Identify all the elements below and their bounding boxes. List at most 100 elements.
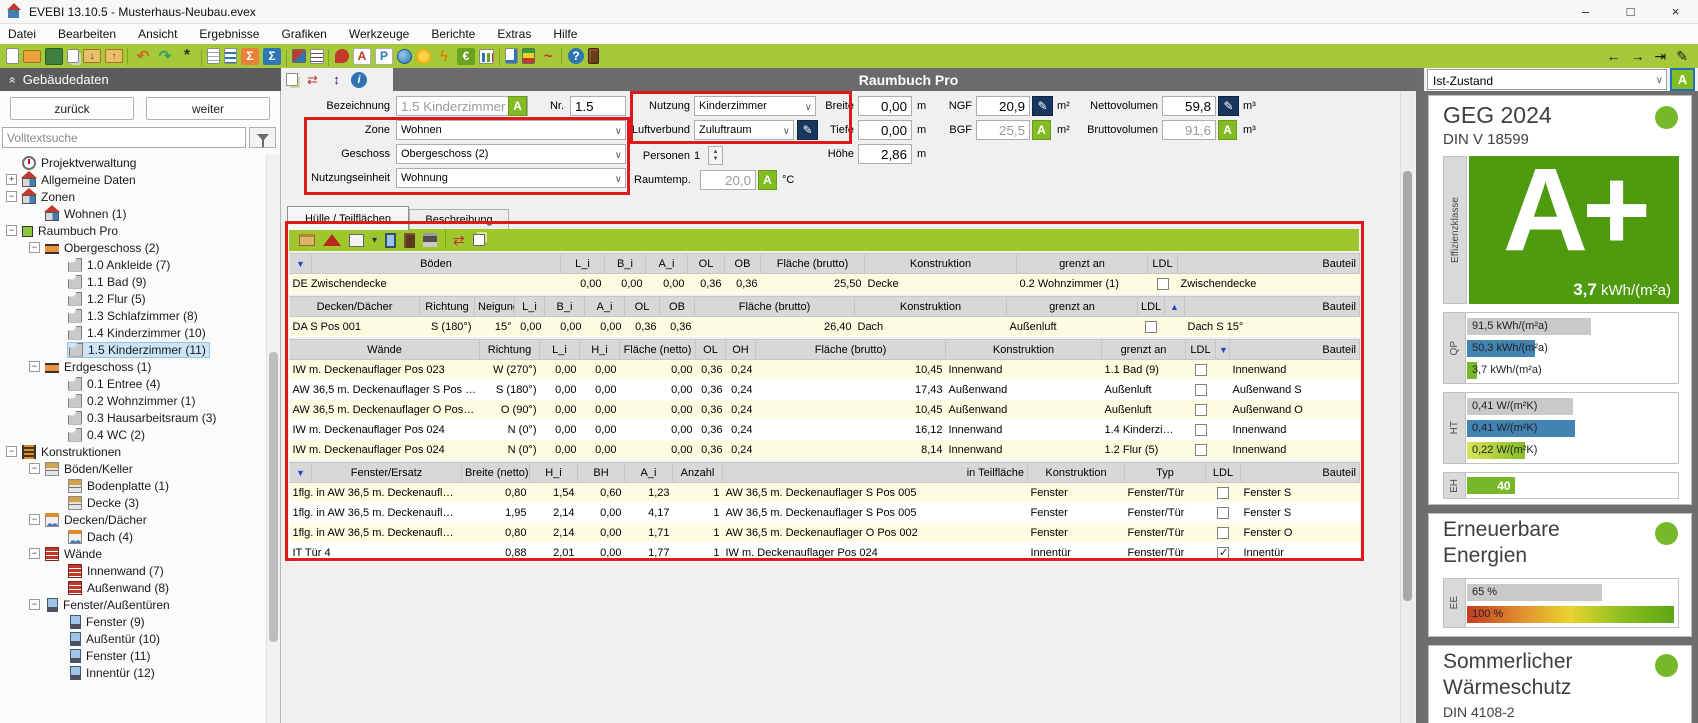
close-button[interactable]: × xyxy=(1653,0,1698,24)
flowchart-icon[interactable] xyxy=(292,49,306,63)
tree-item[interactable]: Allgemeine Daten xyxy=(0,171,266,188)
column-header[interactable]: ▲ xyxy=(1165,297,1185,317)
table-row[interactable]: 1flg. in AW 36,5 m. Deckenauflager S Pos… xyxy=(290,483,1360,503)
globe-icon[interactable] xyxy=(397,49,412,64)
forward-arrow-icon[interactable]: → xyxy=(1631,48,1645,65)
ldl-checkbox[interactable] xyxy=(1217,527,1229,539)
column-header[interactable]: Bauteil xyxy=(1241,463,1360,483)
column-header[interactable]: L_i xyxy=(561,254,605,274)
column-header[interactable]: Bauteil xyxy=(1230,340,1360,360)
nutzungseinheit-select[interactable]: Wohnung∨ xyxy=(396,168,626,188)
column-header[interactable]: in Teilfläche xyxy=(723,463,1028,483)
help-icon[interactable]: ? xyxy=(568,48,584,64)
column-header[interactable]: Breite (netto) xyxy=(462,463,530,483)
tree-item[interactable]: Decke (3) xyxy=(0,494,266,511)
filter-settings-icon[interactable]: ✎ xyxy=(1676,48,1688,65)
magic-wand-icon[interactable]: * xyxy=(178,48,196,65)
energy-bolt-icon[interactable]: ϟ xyxy=(435,48,453,65)
raumtemp-input[interactable] xyxy=(700,170,756,190)
menu-item[interactable]: Hilfe xyxy=(553,27,577,41)
menu-item[interactable]: Grafiken xyxy=(281,27,326,41)
ldl-checkbox[interactable] xyxy=(1217,487,1229,499)
tree-item[interactable]: 1.3 Schlafzimmer (8) xyxy=(0,307,266,324)
copy-room-icon[interactable] xyxy=(286,73,298,86)
bgf-auto-button[interactable]: A xyxy=(1032,120,1051,140)
bgf-input[interactable] xyxy=(976,120,1030,140)
tree-item[interactable]: Außentür (10) xyxy=(0,630,266,647)
column-header[interactable]: Richtung xyxy=(480,340,540,360)
table-row[interactable]: DE Zwischendecke 0,000,000,00 0,360,3625… xyxy=(290,274,1360,294)
column-header[interactable]: Fenster/Ersatz xyxy=(312,463,462,483)
ngf-input[interactable] xyxy=(976,96,1030,116)
ldl-checkbox[interactable] xyxy=(1195,404,1207,416)
tree-item[interactable]: Zonen xyxy=(0,188,266,205)
ldl-checkbox[interactable] xyxy=(1195,424,1207,436)
column-header[interactable]: ▼ xyxy=(290,254,312,274)
save-icon[interactable] xyxy=(423,233,437,247)
collapse-chevron-icon[interactable]: » xyxy=(4,76,18,83)
tree-item[interactable]: 0.2 Wohnzimmer (1) xyxy=(0,392,266,409)
sum-blue-icon[interactable]: Σ xyxy=(263,48,281,65)
back-arrow-icon[interactable]: ← xyxy=(1607,48,1621,65)
open-folder-icon[interactable] xyxy=(23,50,41,63)
column-header[interactable]: Bauteil xyxy=(1178,254,1360,274)
tree-item[interactable]: Außenwand (8) xyxy=(0,579,266,596)
column-header[interactable]: Wände xyxy=(290,340,480,360)
sidebar-header[interactable]: » Gebäudedaten xyxy=(0,68,281,91)
column-header[interactable]: grenzt an xyxy=(1007,297,1138,317)
column-header[interactable]: B_i xyxy=(605,254,646,274)
import-icon[interactable]: ↓ xyxy=(83,49,101,63)
ldl-checkbox[interactable] xyxy=(1145,321,1157,333)
tree-item[interactable]: Bodenplatte (1) xyxy=(0,477,266,494)
undo-icon[interactable]: ↶ xyxy=(134,48,152,65)
tree-item[interactable]: Wohnen (1) xyxy=(0,205,266,222)
column-header[interactable]: OB xyxy=(725,254,761,274)
graph-curve-icon[interactable]: ~ xyxy=(539,48,557,65)
menu-item[interactable]: Extras xyxy=(497,27,531,41)
minimize-button[interactable]: – xyxy=(1563,0,1608,24)
search-input[interactable] xyxy=(2,127,246,148)
tree-item[interactable]: Raumbuch Pro xyxy=(0,222,266,239)
save-icon[interactable] xyxy=(45,48,63,65)
geschoss-select[interactable]: Obergeschoss (2)∨ xyxy=(396,144,626,164)
tree-expander[interactable] xyxy=(29,463,40,474)
document-values-icon[interactable] xyxy=(224,48,237,64)
column-header[interactable]: LDL xyxy=(1138,297,1165,317)
column-header[interactable]: Decken/Dächer xyxy=(290,297,420,317)
tree-item[interactable]: Erdgeschoss (1) xyxy=(0,358,266,375)
column-header[interactable]: Konstruktion xyxy=(1028,463,1125,483)
tree-item[interactable]: Fenster (11) xyxy=(0,647,266,664)
column-header[interactable]: Böden xyxy=(312,254,561,274)
menu-item[interactable]: Datei xyxy=(8,27,36,41)
letter-a-icon[interactable]: A xyxy=(353,48,371,65)
tree-expander[interactable] xyxy=(6,225,17,236)
table-row[interactable]: 1flg. in AW 36,5 m. Deckenauflager O Pos… xyxy=(290,523,1360,543)
tree-expander[interactable] xyxy=(29,242,40,253)
letter-p-icon[interactable]: P xyxy=(375,48,393,65)
table-row[interactable]: 1flg. in AW 36,5 m. Deckenauflager S Pos… xyxy=(290,503,1360,523)
column-header[interactable]: OB xyxy=(660,297,695,317)
column-header[interactable]: Neigung xyxy=(475,297,515,317)
back-button[interactable]: zurück xyxy=(10,97,134,120)
nr-input[interactable] xyxy=(570,96,626,116)
bruttovolumen-auto-button[interactable]: A xyxy=(1218,120,1237,140)
tree-item[interactable]: Fenster/Außentüren xyxy=(0,596,266,613)
add-window-icon[interactable] xyxy=(385,233,396,248)
tree-expander[interactable] xyxy=(6,446,17,457)
column-header[interactable]: LDL xyxy=(1186,340,1216,360)
column-header[interactable]: Fläche (brutto) xyxy=(695,297,855,317)
copy-icon[interactable] xyxy=(473,234,485,246)
tree-item[interactable]: Wände xyxy=(0,545,266,562)
ldl-checkbox[interactable] xyxy=(1195,444,1207,456)
new-file-icon[interactable] xyxy=(6,48,19,64)
column-header[interactable]: L_i xyxy=(540,340,580,360)
filter-icon[interactable]: ▼ xyxy=(296,468,305,478)
compare-icon[interactable]: ⇄ xyxy=(303,70,322,89)
tree-item[interactable]: 1.2 Flur (5) xyxy=(0,290,266,307)
column-header[interactable]: A_i xyxy=(625,463,673,483)
tab-huelle-teilflaechen[interactable]: Hülle / Teilflächen xyxy=(287,206,409,230)
marker-icon[interactable] xyxy=(335,49,349,63)
table-row[interactable]: DA S Pos 001S (180°)15° 0,000,000,00 0,3… xyxy=(290,317,1360,337)
breite-input[interactable] xyxy=(858,96,912,116)
tree-item[interactable]: 0.4 WC (2) xyxy=(0,426,266,443)
